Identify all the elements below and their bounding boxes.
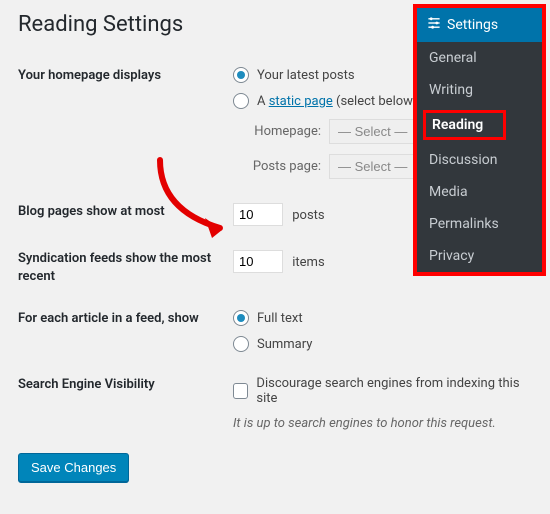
sidebar-item-general[interactable]: General: [417, 42, 542, 74]
radio-summary[interactable]: Summary: [233, 336, 532, 352]
settings-sidebar: Settings General Writing Reading Discuss…: [413, 4, 546, 276]
sidebar-item-writing[interactable]: Writing: [417, 74, 542, 106]
radio-full-text-label: Full text: [257, 311, 303, 326]
postspage-select-label: Posts page:: [233, 159, 321, 174]
radio-summary-label: Summary: [257, 337, 312, 352]
sidebar-item-permalinks[interactable]: Permalinks: [417, 208, 542, 240]
sidebar-item-reading-wrap: Reading: [417, 106, 542, 144]
syndication-input[interactable]: [233, 250, 283, 273]
save-button[interactable]: Save Changes: [18, 453, 129, 482]
label-syndication: Syndication feeds show the most recent: [18, 250, 233, 286]
radio-latest-posts-label: Your latest posts: [257, 68, 355, 83]
label-blogpages: Blog pages show at most: [18, 203, 233, 226]
row-feed: For each article in a feed, show Full te…: [18, 298, 532, 364]
blogpages-input[interactable]: [233, 203, 283, 226]
label-visibility: Search Engine Visibility: [18, 376, 233, 431]
radio-static-page-label: A static page (select below): [257, 94, 417, 109]
static-page-link[interactable]: static page: [269, 94, 333, 109]
syndication-unit: items: [292, 255, 324, 270]
visibility-checkbox-label: Discourage search engines from indexing …: [256, 376, 532, 406]
sidebar-item-reading[interactable]: Reading: [423, 110, 506, 140]
homepage-select-label: Homepage:: [233, 124, 321, 139]
sidebar-title: Settings: [447, 17, 498, 33]
label-feed: For each article in a feed, show: [18, 310, 233, 352]
visibility-note: It is up to search engines to honor this…: [233, 416, 532, 431]
sidebar-header[interactable]: Settings: [417, 8, 542, 42]
row-visibility: Search Engine Visibility Discourage sear…: [18, 364, 532, 443]
sidebar-item-discussion[interactable]: Discussion: [417, 144, 542, 176]
sidebar-item-privacy[interactable]: Privacy: [417, 240, 542, 272]
label-homepage: Your homepage displays: [18, 67, 233, 179]
sidebar-item-media[interactable]: Media: [417, 176, 542, 208]
blogpages-unit: posts: [292, 208, 324, 223]
radio-latest-posts-input[interactable]: [233, 67, 249, 83]
sliders-icon: [427, 16, 441, 34]
radio-static-page-input[interactable]: [233, 93, 249, 109]
radio-summary-input[interactable]: [233, 336, 249, 352]
visibility-checkbox-row[interactable]: Discourage search engines from indexing …: [233, 376, 532, 406]
radio-full-text-input[interactable]: [233, 310, 249, 326]
visibility-checkbox[interactable]: [233, 383, 248, 399]
radio-full-text[interactable]: Full text: [233, 310, 532, 326]
